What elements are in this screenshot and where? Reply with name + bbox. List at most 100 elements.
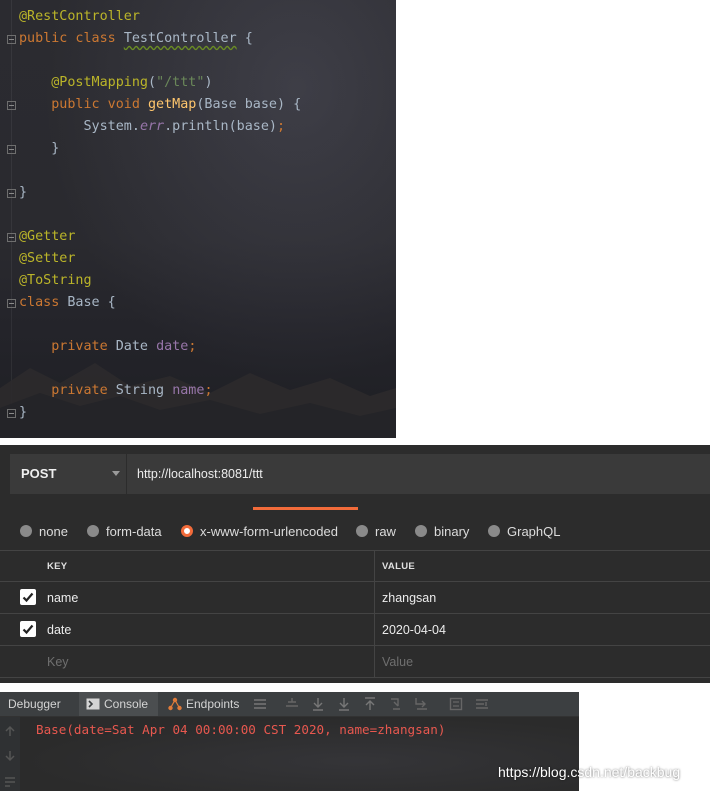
code-line[interactable]: private String name; <box>0 380 396 402</box>
scroll-down-icon[interactable] <box>4 750 16 762</box>
code-token: name <box>172 383 205 398</box>
code-token: class <box>19 295 68 310</box>
radio-icon <box>356 525 368 537</box>
value-column-header: VALUE <box>382 560 415 572</box>
key-placeholder-input[interactable]: Key <box>47 646 372 677</box>
request-panel: POST http://localhost:8081/ttt none form… <box>0 445 710 683</box>
radio-label: form-data <box>106 523 162 539</box>
radio-form-data[interactable]: form-data <box>87 519 162 543</box>
value-cell[interactable]: 2020-04-04 <box>382 614 702 645</box>
code-line[interactable]: @PostMapping("/ttt") <box>0 72 396 94</box>
code-line[interactable]: @Getter <box>0 226 396 248</box>
radio-raw[interactable]: raw <box>356 519 396 543</box>
url-input[interactable]: http://localhost:8081/ttt <box>126 454 710 494</box>
code-token: "/ttt" <box>156 75 205 90</box>
code-line[interactable]: System.err.println(base); <box>0 116 396 138</box>
column-divider <box>374 614 375 645</box>
code-line[interactable]: } <box>0 402 396 424</box>
radio-x-www-form-urlencoded[interactable]: x-www-form-urlencoded <box>181 519 338 543</box>
radio-label: none <box>39 523 68 539</box>
code-token: err <box>139 119 165 134</box>
code-line[interactable]: } <box>0 138 396 160</box>
code-line[interactable] <box>0 358 396 380</box>
row-checkbox[interactable] <box>20 589 36 605</box>
run-to-cursor-icon[interactable] <box>415 697 429 711</box>
method-label: POST <box>21 466 57 481</box>
radio-label: binary <box>434 523 470 539</box>
evaluate-expression-icon[interactable] <box>449 697 463 711</box>
radio-binary[interactable]: binary <box>415 519 469 543</box>
tab-debugger[interactable]: Debugger <box>8 692 61 716</box>
body-tab-indicator <box>253 507 358 510</box>
step-over-icon[interactable] <box>311 697 325 711</box>
step-into-icon[interactable] <box>337 697 351 711</box>
radio-icon <box>488 525 500 537</box>
scroll-up-icon[interactable] <box>4 725 16 737</box>
code-token: public class <box>19 31 124 46</box>
column-divider <box>374 551 375 581</box>
code-token: @Getter <box>19 229 76 244</box>
fold-marker-icon[interactable] <box>7 101 16 110</box>
code-line[interactable] <box>0 204 396 226</box>
value-cell[interactable]: zhangsan <box>382 582 702 613</box>
code-line[interactable]: class Base { <box>0 292 396 314</box>
fold-marker-icon[interactable] <box>7 233 16 242</box>
step-out-icon[interactable] <box>363 697 377 711</box>
table-header: KEY VALUE <box>0 551 710 582</box>
method-select[interactable]: POST <box>10 454 126 494</box>
console-icon <box>86 698 100 710</box>
code-token: getMap <box>148 97 197 112</box>
code-line[interactable] <box>0 314 396 336</box>
code-token: ( <box>148 75 157 90</box>
radio-none[interactable]: none <box>20 519 68 543</box>
key-column-header: KEY <box>47 560 68 572</box>
code-line[interactable]: @ToString <box>0 270 396 292</box>
code-token: ; <box>204 383 213 398</box>
fold-marker-icon[interactable] <box>7 35 16 44</box>
code-line[interactable]: } <box>0 182 396 204</box>
code-token: @ToString <box>19 273 92 288</box>
fold-marker-icon[interactable] <box>7 145 16 154</box>
fold-marker-icon[interactable] <box>7 299 16 308</box>
code-line[interactable]: @Setter <box>0 248 396 270</box>
key-cell[interactable]: date <box>47 614 372 645</box>
radio-graphql[interactable]: GraphQL <box>488 519 560 543</box>
code-line[interactable]: public void getMap(Base base) { <box>0 94 396 116</box>
tab-endpoints[interactable]: Endpoints <box>166 692 246 716</box>
fold-marker-icon[interactable] <box>7 189 16 198</box>
code-line[interactable]: private Date date; <box>0 336 396 358</box>
code-token: public void <box>51 97 148 112</box>
radio-icon <box>20 525 32 537</box>
code-line[interactable]: public class TestController { <box>0 28 396 50</box>
show-execution-point-icon[interactable] <box>285 697 299 711</box>
fold-marker-icon[interactable] <box>7 409 16 418</box>
code-token: ) <box>204 75 213 90</box>
code-token: @RestController <box>19 9 140 24</box>
trace-icon[interactable] <box>475 697 489 711</box>
code-token: String <box>115 383 173 398</box>
menu-icon[interactable] <box>253 697 267 711</box>
code-token: @PostMapping <box>51 75 148 90</box>
soft-wrap-icon[interactable] <box>4 775 16 787</box>
code-line[interactable] <box>0 50 396 72</box>
tab-console-label: Console <box>104 697 149 711</box>
code-token: } <box>19 185 28 200</box>
tab-console[interactable]: Console <box>79 692 158 716</box>
code-line[interactable] <box>0 160 396 182</box>
debug-panel: Debugger Console Endpoints Base(date=Sat… <box>0 692 579 791</box>
code-token: TestController <box>123 31 237 46</box>
value-placeholder-input[interactable]: Value <box>382 646 702 677</box>
table-row: date 2020-04-04 <box>0 614 710 646</box>
radio-label: raw <box>375 523 396 539</box>
code-token: date <box>156 339 189 354</box>
code-lines: @RestController public class TestControll… <box>0 6 396 424</box>
code-editor[interactable]: @RestController public class TestControll… <box>0 0 396 438</box>
key-cell[interactable]: name <box>47 582 372 613</box>
row-checkbox[interactable] <box>20 621 36 637</box>
checkmark-icon <box>22 624 34 635</box>
code-line[interactable]: @RestController <box>0 6 396 28</box>
console-output-line: Base(date=Sat Apr 04 00:00:00 CST 2020, … <box>36 722 446 737</box>
drop-frame-icon[interactable] <box>389 697 403 711</box>
code-token: System. <box>19 119 140 134</box>
